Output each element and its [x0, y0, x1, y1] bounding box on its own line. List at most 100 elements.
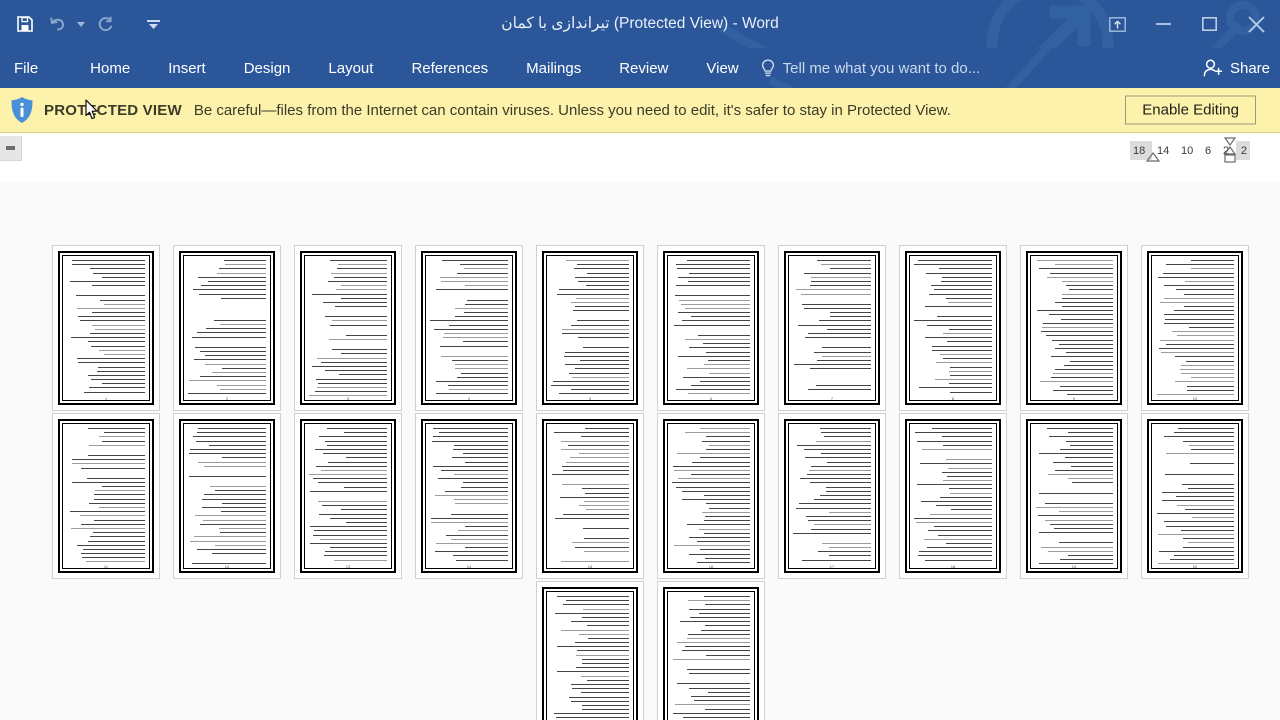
tab-references[interactable]: References — [397, 48, 502, 88]
tab-layout[interactable]: Layout — [314, 48, 387, 88]
text-line — [457, 530, 508, 532]
page-thumbnail[interactable]: 1 — [52, 245, 160, 411]
tab-review[interactable]: Review — [605, 48, 682, 88]
tell-me-search[interactable]: Tell me what you want to do... — [761, 48, 980, 88]
page-thumbnail[interactable]: 19 — [1020, 413, 1128, 579]
text-line — [455, 559, 508, 561]
text-line — [556, 717, 629, 719]
text-line — [795, 289, 871, 291]
tab-insert[interactable]: Insert — [154, 48, 220, 88]
redo-button[interactable] — [90, 9, 120, 39]
text-line — [455, 503, 508, 505]
page-body-text — [914, 260, 992, 396]
text-line — [324, 316, 387, 318]
right-indent-marker[interactable] — [1222, 137, 1238, 163]
text-line — [583, 501, 629, 502]
page-thumbnail[interactable]: 6 — [657, 245, 765, 411]
text-line — [804, 272, 871, 274]
page-thumbnail[interactable]: 11 — [52, 413, 160, 579]
tab-view[interactable]: View — [692, 48, 752, 88]
text-line — [948, 328, 992, 330]
text-line — [577, 320, 629, 322]
text-line — [823, 436, 871, 438]
page-thumbnail[interactable]: 16 — [657, 413, 765, 579]
tab-design[interactable]: Design — [230, 48, 305, 88]
horizontal-ruler[interactable]: 18 14 10 6 2 2 — [1130, 137, 1250, 163]
text-line — [1061, 293, 1113, 295]
save-button[interactable] — [10, 9, 40, 39]
page-thumbnail[interactable]: 7 — [778, 245, 886, 411]
minimize-button[interactable] — [1140, 0, 1186, 48]
text-line — [575, 546, 629, 548]
page-thumbnail[interactable]: 21 — [536, 581, 644, 720]
maximize-button[interactable] — [1186, 0, 1232, 48]
page-thumbnail[interactable]: 9 — [1020, 245, 1128, 411]
page-border: 14 — [421, 419, 517, 573]
text-line — [948, 383, 992, 385]
text-line — [449, 324, 508, 326]
text-line — [319, 436, 387, 438]
first-line-indent-marker[interactable] — [1146, 152, 1160, 166]
text-line — [561, 440, 629, 442]
text-line — [698, 334, 750, 336]
tab-design-label: Design — [243, 59, 291, 77]
tab-home[interactable]: Home — [76, 48, 144, 88]
text-line — [676, 486, 750, 488]
text-line — [575, 276, 629, 278]
text-line — [570, 457, 629, 459]
page-thumbnail[interactable]: 18 — [899, 413, 1007, 579]
undo-dropdown[interactable] — [74, 9, 88, 39]
document-canvas[interactable]: 12345678910 11121314151617181920 2122 — [0, 182, 1280, 720]
text-line — [92, 312, 145, 314]
tab-mailings[interactable]: Mailings — [512, 48, 595, 88]
text-line — [1184, 306, 1234, 308]
text-line — [87, 540, 145, 542]
share-button[interactable]: Share — [1189, 48, 1280, 88]
page-thumbnail[interactable]: 2 — [173, 245, 281, 411]
text-line — [1163, 322, 1234, 324]
minimize-icon — [1155, 23, 1171, 25]
page-thumbnail[interactable]: 20 — [1141, 413, 1249, 579]
text-line — [88, 454, 145, 456]
text-line — [575, 667, 629, 669]
text-line — [330, 260, 387, 261]
text-line — [931, 345, 992, 347]
page-thumbnail[interactable]: 4 — [415, 245, 523, 411]
tab-stop-selector[interactable] — [0, 136, 22, 161]
ribbon-display-options-button[interactable] — [1094, 0, 1140, 48]
text-line — [80, 553, 145, 555]
page-thumbnail[interactable]: 22 — [657, 581, 765, 720]
text-line — [209, 444, 266, 446]
text-line — [568, 372, 629, 374]
close-button[interactable] — [1232, 0, 1280, 48]
text-line — [564, 351, 629, 353]
page-thumbnail[interactable]: 15 — [536, 413, 644, 579]
customize-qat-button[interactable] — [146, 9, 160, 39]
enable-editing-button[interactable]: Enable Editing — [1125, 95, 1256, 125]
page-thumbnail[interactable]: 14 — [415, 413, 523, 579]
page-thumbnail[interactable]: 8 — [899, 245, 1007, 411]
text-line — [454, 474, 508, 476]
text-line — [88, 374, 145, 376]
page-thumbnail[interactable]: 13 — [294, 413, 402, 579]
text-line — [943, 480, 992, 482]
page-thumbnail[interactable]: 5 — [536, 245, 644, 411]
text-line — [91, 285, 145, 287]
text-line — [101, 486, 145, 488]
tab-file[interactable]: File — [0, 48, 54, 88]
text-line — [915, 432, 992, 434]
text-line — [1163, 314, 1234, 316]
page-thumbnail[interactable]: 10 — [1141, 245, 1249, 411]
text-line — [1064, 457, 1113, 459]
page-thumbnail[interactable]: 12 — [173, 413, 281, 579]
page-thumbnail[interactable]: 3 — [294, 245, 402, 411]
text-line — [916, 440, 992, 442]
text-line — [214, 490, 266, 492]
text-line — [453, 555, 508, 557]
page-thumbnail[interactable]: 17 — [778, 413, 886, 579]
text-line — [87, 341, 145, 343]
text-line — [81, 557, 145, 559]
undo-button[interactable] — [42, 9, 72, 39]
text-line — [454, 444, 508, 446]
text-line — [585, 492, 629, 494]
